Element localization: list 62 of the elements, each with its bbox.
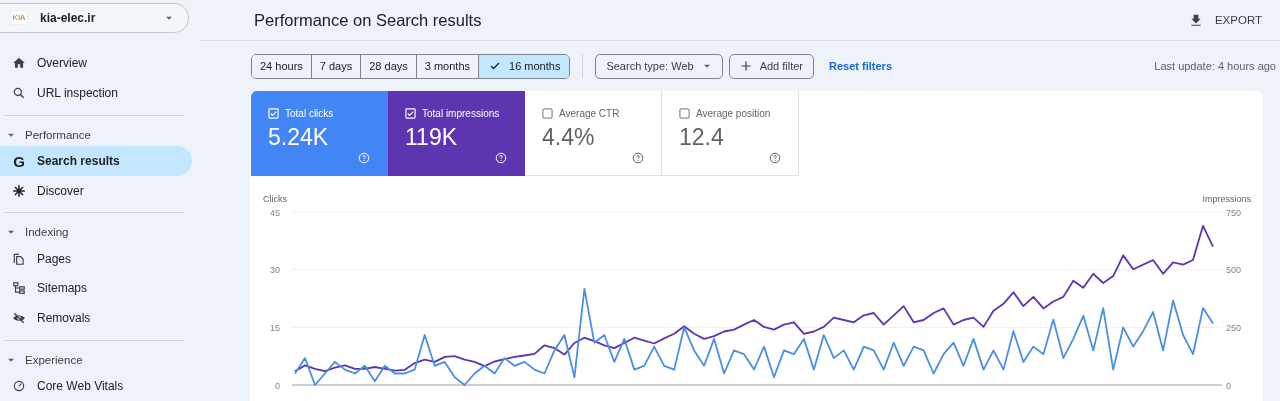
metric-value: 119K [405,124,458,151]
sidebar-item[interactable]: Removals [0,303,192,333]
tick-label: 250 [1226,322,1242,333]
metric-toggle[interactable]: Average position 12.4 [662,91,799,176]
metric-toggle[interactable]: Total clicks 5.24K [251,91,388,176]
sitemap-icon [12,281,26,296]
metric-label: Average CTR [559,108,620,119]
property-name: kia-elec.ir [40,10,97,25]
checkbox-icon [268,108,279,119]
help-icon [495,152,507,164]
axis-title: Clicks [263,194,287,204]
last-update-text: Last update: 4 hours ago [1154,60,1276,72]
checkbox-icon [405,108,416,119]
tick-label: 0 [1226,380,1231,391]
sidebar-item[interactable]: G Search results [0,146,192,176]
plus-icon [739,60,752,72]
reset-filters-link[interactable]: Reset filters [829,60,893,72]
metric-label: Average position [696,108,771,119]
help-icon [632,152,644,164]
sidebar-item[interactable]: Core Web Vitals [0,371,192,401]
sidebar-item[interactable]: URL inspection [0,78,192,108]
metric-value: 4.4% [542,124,596,151]
g-letter-icon: G [12,152,26,170]
add-filter-button[interactable]: Add filter [728,53,815,79]
gauge-icon [12,379,26,394]
tick-label: 45 [270,207,280,218]
metric-value: 5.24K [268,124,330,151]
sidebar-item[interactable]: Discover [0,175,192,206]
tick-label: 15 [270,322,280,333]
tick-label: 500 [1226,265,1242,276]
section-header[interactable]: Indexing [0,220,126,245]
help-icon [358,152,370,164]
section-header[interactable]: Experience [0,347,126,372]
export-button[interactable]: EXPORT [1184,9,1266,31]
sidebar-item[interactable]: Overview [0,48,192,79]
search-type-dropdown[interactable]: Search type: Web [595,53,723,79]
help-icon [769,152,781,164]
home-icon [12,56,26,71]
page-title: Performance on Search results [254,10,482,30]
site-logo: KIA [10,10,28,26]
axis-title: Impressions [1202,194,1251,204]
eye-slash-icon [12,311,26,326]
date-range-tab[interactable]: 16 months [478,54,570,78]
metric-label: Total clicks [285,108,334,119]
property-selector[interactable]: KIA kia-elec.ir [0,3,189,33]
sidebar-item[interactable]: Sitemaps [0,273,192,304]
sidebar-item[interactable]: Pages [0,244,192,274]
metric-value: 12.4 [679,124,725,151]
checkmark-icon [489,60,501,72]
tick-label: 0 [275,380,280,391]
tick-label: 750 [1226,207,1242,218]
pages-icon [12,251,26,266]
tick-label: 30 [270,265,280,276]
checkbox-icon [542,108,553,119]
asterisk-icon [12,183,26,198]
search-icon [12,85,26,100]
section-header[interactable]: Performance [0,122,126,147]
metric-toggle[interactable]: Total impressions 119K [388,91,525,176]
metric-label: Total impressions [422,108,500,119]
download-icon [1188,13,1203,27]
metric-toggle[interactable]: Average CTR 4.4% [525,91,662,176]
checkbox-icon [679,108,690,119]
